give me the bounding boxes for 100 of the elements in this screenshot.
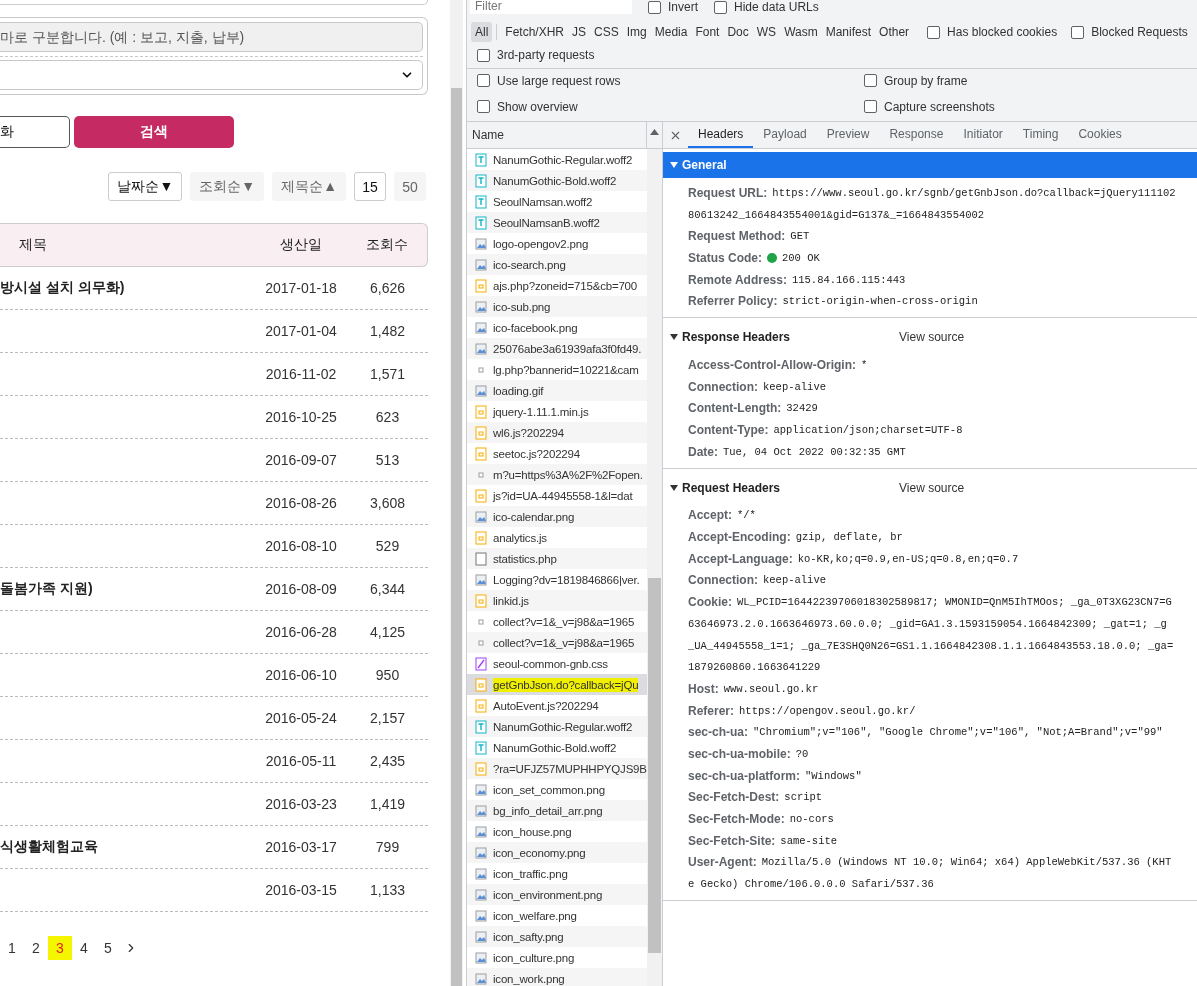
- view-source-link[interactable]: View source: [899, 330, 1197, 345]
- page-link[interactable]: 2: [24, 936, 48, 960]
- section-header[interactable]: Request Headers View source: [663, 474, 1197, 501]
- view-source-link[interactable]: View source: [899, 480, 1197, 495]
- request-row[interactable]: ?ra=UFJZ57MUPHHPYQJS9B: [467, 758, 647, 779]
- request-row[interactable]: statistics.php: [467, 548, 647, 569]
- request-row[interactable]: icon_work.png: [467, 968, 647, 986]
- request-name: getGnbJson.do?callback=jQu: [493, 677, 639, 692]
- checkbox[interactable]: Hide data URLs: [714, 0, 819, 14]
- sort-button[interactable]: 날짜순▼: [108, 172, 183, 201]
- scrollbar-thumb[interactable]: [451, 88, 462, 986]
- header-value: "Windows": [805, 769, 862, 782]
- header-value: "Chromium";v="106", "Google Chrome";v="106", "Not;A=Brand";v="99": [753, 726, 1163, 739]
- expanded-triangle-icon[interactable]: [669, 482, 679, 493]
- keyword-field[interactable]: 마로 구분합니다. (예 : 보고, 지출, 납부): [0, 22, 423, 52]
- page-link[interactable]: 3: [48, 936, 72, 960]
- checkbox[interactable]: 3rd-party requests: [477, 48, 595, 62]
- request-row[interactable]: m?u=https%3A%2F%2Fopen.: [467, 464, 647, 485]
- search-button[interactable]: 검색: [74, 116, 234, 148]
- request-name: statistics.php: [493, 551, 557, 566]
- request-row[interactable]: ico-sub.png: [467, 296, 647, 317]
- type-filter-tab[interactable]: Img: [622, 22, 651, 42]
- type-filter-tab[interactable]: Manifest: [821, 22, 876, 42]
- title-cell[interactable]: 돌봄가족 지원): [0, 580, 93, 598]
- type-filter-tab[interactable]: WS: [752, 22, 781, 42]
- request-name: 25076abe3a61939afa3f0fd49.: [493, 341, 642, 356]
- request-name: collect?v=1&_v=j98&a=1965: [493, 614, 635, 629]
- request-name: ?ra=UFJZ57MUPHHPYQJS9B: [493, 761, 647, 776]
- page-link[interactable]: 1: [0, 936, 24, 960]
- checkbox[interactable]: Capture screenshots: [864, 99, 995, 114]
- detail-tab[interactable]: Initiator: [953, 122, 1013, 148]
- script-file-icon: [475, 278, 487, 293]
- date-cell: 2016-05-11: [265, 753, 337, 769]
- request-row[interactable]: bg_info_detail_arr.png: [467, 800, 647, 821]
- title-cell[interactable]: 방시설 설치 의무화): [0, 279, 125, 297]
- checkbox[interactable]: Show overview: [477, 99, 578, 114]
- detail-tab[interactable]: Cookies: [1068, 122, 1132, 148]
- type-filter-tab[interactable]: All: [471, 22, 493, 42]
- request-row[interactable]: ico-calendar.png: [467, 506, 647, 527]
- sort-button[interactable]: 조회순▼: [190, 172, 265, 201]
- type-filter-tab[interactable]: Media: [650, 22, 692, 42]
- script-file-icon: [475, 677, 487, 692]
- request-row[interactable]: icon_environment.png: [467, 884, 647, 905]
- request-row[interactable]: linkid.js: [467, 590, 647, 611]
- request-row[interactable]: NanumGothic-Regular.woff2: [467, 716, 647, 737]
- checkbox[interactable]: Blocked Requests: [1071, 25, 1188, 39]
- dropdown-field[interactable]: [0, 60, 423, 90]
- request-row[interactable]: icon_safty.png: [467, 926, 647, 947]
- sort-up-icon[interactable]: [650, 129, 659, 135]
- request-row[interactable]: icon_economy.png: [467, 842, 647, 863]
- page-link[interactable]: 5: [96, 936, 120, 960]
- request-row[interactable]: 25076abe3a61939afa3f0fd49.: [467, 338, 647, 359]
- sort-button[interactable]: 제목순▲: [272, 172, 346, 201]
- request-row[interactable]: loading.gif: [467, 380, 647, 401]
- filter-field[interactable]: Filter: [470, 0, 632, 14]
- request-row[interactable]: getGnbJson.do?callback=jQu: [467, 674, 647, 695]
- header-value: keep-alive: [763, 574, 826, 587]
- header-value: www.seoul.go.kr: [723, 682, 819, 695]
- header-value: *: [861, 358, 868, 371]
- stylesheet-file-icon: [475, 656, 487, 671]
- page-link[interactable]: 4: [72, 936, 96, 960]
- type-filter-tab[interactable]: Fetch/XHR: [501, 22, 569, 42]
- type-filter-tab[interactable]: Other: [875, 22, 914, 42]
- page-size-button[interactable]: 50: [394, 172, 426, 201]
- section-header[interactable]: General: [663, 152, 1197, 178]
- type-filter-tab[interactable]: JS: [568, 22, 591, 42]
- type-filter-tab[interactable]: CSS: [590, 22, 623, 42]
- detail-tab[interactable]: Preview: [816, 122, 880, 148]
- date-cell: 2016-03-17: [265, 839, 337, 855]
- type-filter-tab[interactable]: Doc: [723, 22, 753, 42]
- detail-tab[interactable]: Response: [879, 122, 954, 148]
- page-size-button[interactable]: 15: [354, 172, 386, 201]
- image-file-icon: [475, 971, 487, 986]
- request-row[interactable]: SeoulNamsanB.woff2: [467, 212, 647, 233]
- request-name: NanumGothic-Bold.woff2: [493, 173, 617, 188]
- header-name: Referrer Policy:: [688, 294, 778, 309]
- type-filter-tab[interactable]: Wasm: [780, 22, 822, 42]
- request-row[interactable]: ico-search.png: [467, 254, 647, 275]
- scrollbar-thumb[interactable]: [648, 578, 661, 953]
- scrollbar[interactable]: [647, 149, 662, 986]
- section-header[interactable]: Response Headers View source: [663, 324, 1197, 351]
- header-name: Status Code:: [688, 250, 762, 265]
- header-value: e Gecko) Chrome/106.0.0.0 Safari/537.36: [688, 878, 934, 891]
- checkbox[interactable]: Group by frame: [864, 73, 968, 88]
- request-row[interactable]: NanumGothic-Bold.woff2: [467, 170, 647, 191]
- request-name: AutoEvent.js?202294: [493, 698, 599, 713]
- request-row[interactable]: collect?v=1&_v=j98&a=1965: [467, 632, 647, 653]
- checkbox[interactable]: Invert: [648, 0, 698, 14]
- header-name: sec-ch-ua-platform:: [688, 768, 800, 783]
- title-cell[interactable]: 식생활체험교육: [0, 838, 98, 856]
- detail-tab[interactable]: Headers: [688, 122, 754, 148]
- scrollbar[interactable]: [450, 0, 463, 986]
- type-filter-tab[interactable]: Font: [691, 22, 724, 42]
- request-row[interactable]: wl6.js?202294: [467, 422, 647, 443]
- detail-tab[interactable]: Payload: [753, 122, 817, 148]
- reset-button[interactable]: 화: [0, 116, 70, 148]
- header-value: 32429: [786, 402, 818, 415]
- checkbox[interactable]: Use large request rows: [477, 73, 621, 88]
- detail-tab[interactable]: Timing: [1012, 122, 1069, 148]
- checkbox[interactable]: Has blocked cookies: [927, 25, 1058, 39]
